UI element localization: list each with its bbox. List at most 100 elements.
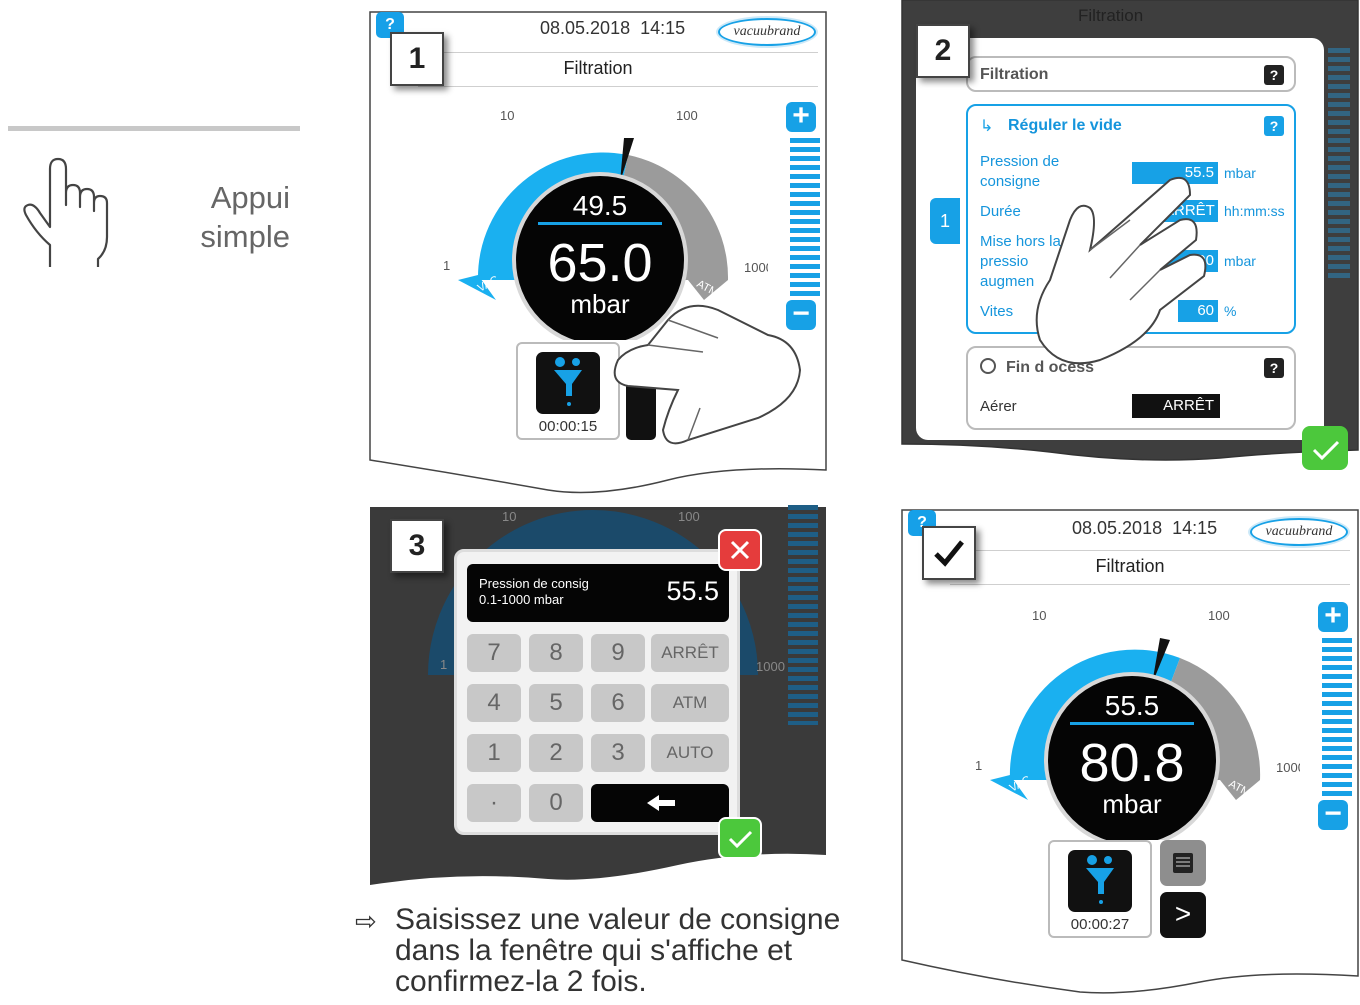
input-value[interactable]: 55.5 (666, 576, 719, 607)
close-icon (730, 540, 750, 560)
pointing-hand-icon (1035, 176, 1207, 365)
speed-label: Vites (980, 303, 1014, 320)
done-check (922, 526, 976, 580)
bg-tick-1: 1 (440, 657, 448, 672)
speed-scale (790, 138, 820, 298)
brand-logo: vacuubrand (718, 18, 816, 46)
step-number: 2 (916, 24, 970, 78)
key-atm[interactable]: ATM (651, 684, 729, 722)
backspace-arrow-icon (647, 795, 675, 811)
duration-label: Durée (980, 203, 1021, 220)
vent-label: Aérer (980, 398, 1017, 415)
help-button[interactable]: ? (1264, 65, 1284, 85)
brand-logo: vacuubrand (1250, 518, 1348, 546)
legend-label: Appui simple (200, 180, 290, 254)
program-list-button[interactable] (1160, 840, 1206, 886)
side-tab[interactable]: 1 (930, 198, 960, 244)
speed-scale (1322, 638, 1352, 798)
filtration-icon (536, 352, 600, 414)
next-button[interactable]: > (1160, 892, 1206, 938)
title-divider (950, 584, 1350, 585)
setpoint-value: 55.5 (1105, 690, 1160, 721)
checkmark-icon (934, 540, 964, 567)
input-display: Pression de consig 0.1-1000 mbar 55.5 (467, 564, 729, 622)
check-icon (728, 830, 753, 849)
setpoint-value: 49.5 (573, 190, 628, 221)
tick-1000: 1000 (744, 260, 768, 275)
keypad-dialog: Pression de consig 0.1-1000 mbar 55.5 7 … (454, 549, 740, 835)
key-1[interactable]: 1 (467, 734, 521, 772)
program-title: Filtration (1095, 556, 1165, 576)
key-8[interactable]: 8 (529, 634, 583, 672)
panel-result: ? 08.05.2018 14:15 vacuubrand Filtration… (900, 508, 1360, 998)
key-off[interactable]: ARRÊT (651, 634, 729, 672)
result-arrow-icon: ⇨ (355, 906, 377, 936)
vacuum-icon: ↳ (980, 118, 994, 135)
card-title: Filtration (980, 66, 1049, 83)
key-9[interactable]: 9 (591, 634, 645, 672)
title-divider (418, 86, 818, 87)
bg-tick-100: 100 (678, 509, 700, 524)
header-date: 08.05.2018 (1072, 518, 1163, 538)
instruction-text: Saisissez une valeur de consigne dans la… (395, 903, 841, 998)
program-card[interactable]: Filtration ? (966, 56, 1296, 92)
background-scale (1328, 48, 1350, 278)
pressure-gauge: VAC ATM 10 100 1 1000 55.5 80.8 mbar (975, 608, 1300, 840)
pressure-value: 80.8 (1079, 733, 1184, 793)
filtration-icon (1068, 850, 1132, 912)
header-time: 14:15 (1172, 518, 1218, 538)
check-icon (1312, 440, 1340, 461)
header-time: 14:15 (640, 18, 686, 38)
bg-tick-1000: 1000 (756, 659, 785, 674)
program-timer: 00:00:27 (1070, 916, 1130, 933)
key-6[interactable]: 6 (591, 684, 645, 722)
hand-tap-icon (23, 157, 109, 267)
background-title: Filtration (1078, 6, 1144, 25)
tick-100: 100 (1208, 608, 1230, 623)
help-button[interactable]: ? (1264, 358, 1284, 378)
legend-divider (8, 126, 300, 131)
step-number: 1 (390, 32, 444, 86)
key-auto[interactable]: AUTO (651, 734, 729, 772)
help-button[interactable]: ? (1264, 116, 1284, 136)
key-3[interactable]: 3 (591, 734, 645, 772)
cancel-button[interactable] (718, 529, 762, 571)
header-divider (950, 550, 1350, 551)
bg-tick-10: 10 (502, 509, 517, 524)
section-title: Réguler le vide (1008, 117, 1122, 134)
decrease-button[interactable]: − (1318, 799, 1348, 830)
confirm-button[interactable] (1302, 426, 1348, 470)
stop-icon (980, 358, 996, 374)
tick-10: 10 (500, 108, 514, 123)
header-divider (418, 52, 818, 53)
pointing-hand-icon (613, 304, 802, 445)
pressure-unit: mbar (1102, 789, 1162, 819)
key-decimal[interactable]: · (467, 784, 521, 822)
tick-1: 1 (443, 258, 450, 273)
header-date: 08.05.2018 (540, 18, 631, 38)
key-7[interactable]: 7 (467, 634, 521, 672)
program-card[interactable]: 00:00:15 (516, 342, 620, 440)
confirm-button[interactable] (718, 817, 762, 859)
background-scale (788, 505, 818, 725)
tick-100: 100 (676, 108, 698, 123)
panel-step-1: ? 1 08.05.2018 14:15 vacuubrand Filtrati… (368, 10, 828, 500)
program-card[interactable]: 00:00:27 (1048, 840, 1152, 938)
key-4[interactable]: 4 (467, 684, 521, 722)
input-range: 0.1-1000 mbar (479, 592, 564, 607)
input-label: Pression de consig (479, 576, 589, 591)
increase-button[interactable]: + (786, 101, 816, 132)
list-icon (1173, 853, 1193, 873)
vent-field[interactable]: ARRÊT (1132, 394, 1220, 418)
key-5[interactable]: 5 (529, 684, 583, 722)
backspace-button[interactable] (591, 784, 729, 822)
tick-10: 10 (1032, 608, 1046, 623)
step-number: 3 (390, 519, 444, 573)
increase-button[interactable]: + (1318, 601, 1348, 632)
tick-1000: 1000 (1276, 760, 1300, 775)
key-0[interactable]: 0 (529, 784, 583, 822)
panel-step-2: Filtration 2 Filtration ? ↳ Réguler le v… (900, 0, 1360, 470)
panel-step-3: 10 100 1 1000 3 Pression de consig 0.1-1… (368, 505, 828, 895)
program-timer: 00:00:15 (538, 418, 598, 435)
key-2[interactable]: 2 (529, 734, 583, 772)
